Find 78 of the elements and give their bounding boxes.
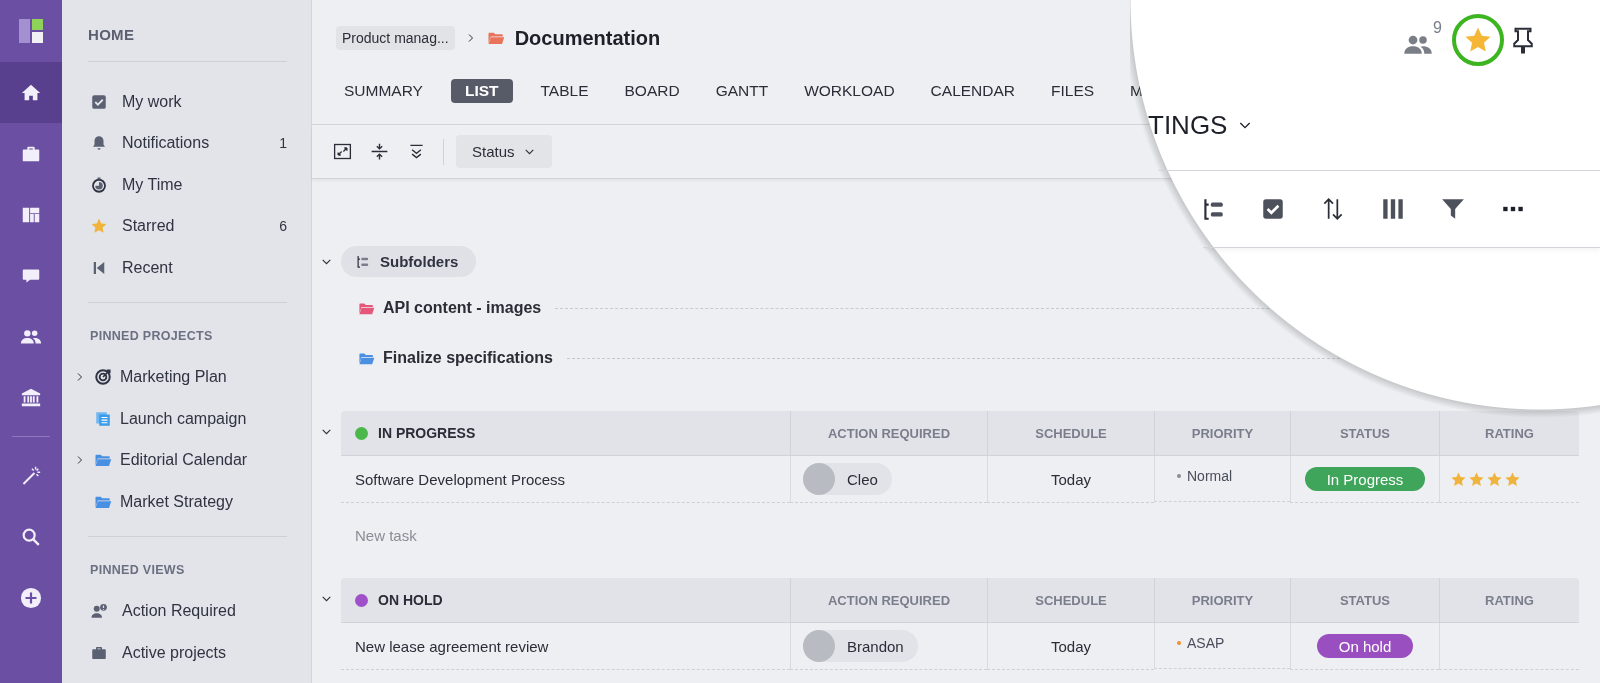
column-header: ACTION REQUIRED <box>790 578 987 623</box>
columns-icon[interactable] <box>1380 196 1406 222</box>
tab[interactable]: LIST <box>450 79 513 103</box>
sidebar-item[interactable]: Recent <box>62 247 287 289</box>
sidebar-item[interactable]: My Time <box>62 164 287 206</box>
column-header: RATING <box>1439 578 1579 623</box>
status-badge: On hold <box>1316 634 1414 658</box>
sidebar-item[interactable]: Editorial Calendar <box>62 439 287 481</box>
count: 6 <box>279 218 287 235</box>
column-header: PRIORITY <box>1154 578 1290 623</box>
column-header: STATUS <box>1290 411 1439 456</box>
count: 1 <box>279 135 287 152</box>
sidebar-item[interactable]: Active projects <box>62 632 287 674</box>
magic-wand-icon <box>20 464 42 487</box>
collapse-icon[interactable] <box>369 141 390 162</box>
priority-label: ASAP <box>1187 634 1225 651</box>
group-title: IN PROGRESS <box>378 425 476 441</box>
page-title: Documentation <box>514 26 661 50</box>
checkbox-icon[interactable] <box>1260 196 1286 222</box>
priority-label: Normal <box>1187 467 1233 484</box>
subtree-icon <box>355 254 370 269</box>
sidebar-item[interactable]: Marketing Plan <box>62 356 287 398</box>
status-badge: In Progress <box>1304 467 1426 491</box>
settings-menu[interactable]: TINGS <box>1148 109 1254 141</box>
avatar <box>803 630 835 662</box>
star-icon <box>1450 470 1467 488</box>
sidebar-item[interactable]: Action Required <box>62 590 287 632</box>
task-name[interactable]: New lease agreement review <box>341 623 790 670</box>
logo-icon <box>18 18 44 44</box>
column-header: SCHEDULE <box>987 411 1154 456</box>
breadcrumb-link[interactable]: Product manag... <box>336 26 455 50</box>
subfolder-link[interactable]: API content - images <box>383 299 542 317</box>
list-icon <box>94 409 112 428</box>
group-title: ON HOLD <box>378 592 443 608</box>
tab[interactable]: BOARD <box>616 79 688 103</box>
checkbox-icon <box>90 92 108 111</box>
sidebar-item[interactable]: Launch campaign <box>62 398 287 440</box>
column-header: SCHEDULE <box>987 578 1154 623</box>
tab[interactable]: FILES <box>1043 79 1103 103</box>
column-header: ACTION REQUIRED <box>790 411 987 456</box>
status-dropdown[interactable]: Status <box>456 135 552 168</box>
tab[interactable]: SUMMARY <box>336 79 431 103</box>
section-title: PINNED PROJECTS <box>89 327 214 345</box>
tab[interactable]: GANTT <box>707 79 777 103</box>
sidebar-item[interactable]: Notifications 1 <box>62 122 287 164</box>
star-icon <box>1486 470 1503 488</box>
bank-icon <box>20 386 42 409</box>
expand-icon[interactable] <box>332 141 353 162</box>
sidebar-item[interactable]: Starred 6 <box>62 205 287 247</box>
add-icon <box>20 586 42 609</box>
column-header: PRIORITY <box>1154 411 1290 456</box>
column-header: RATING <box>1439 411 1579 456</box>
subfolders-toggle[interactable]: Subfolders <box>341 246 477 277</box>
star-icon <box>1504 470 1521 488</box>
table-cell: Today <box>987 623 1154 670</box>
sidebar-item[interactable]: Market Strategy <box>62 481 287 523</box>
star-icon <box>1468 470 1485 488</box>
tab[interactable]: WORKLOAD <box>796 79 903 103</box>
section-title: HOME <box>87 25 136 45</box>
star-icon <box>90 217 108 236</box>
tab[interactable]: TABLE <box>532 79 597 103</box>
table-cell: Today <box>987 456 1154 503</box>
subfolder-link[interactable]: Finalize specifications <box>383 349 553 367</box>
avatar <box>803 463 835 495</box>
column-header: STATUS <box>1290 578 1439 623</box>
star-button[interactable] <box>1452 14 1504 66</box>
members-button[interactable]: 9 <box>1403 20 1442 60</box>
assignee-chip[interactable]: Brandon <box>803 630 918 662</box>
nav-item[interactable] <box>0 62 62 123</box>
stopwatch-icon <box>90 175 108 194</box>
assignee-chip[interactable]: Cleo <box>803 463 892 495</box>
user-alert-icon <box>90 602 108 621</box>
target-icon <box>94 368 112 387</box>
sidebar-item[interactable]: My work <box>62 81 287 123</box>
bell-icon <box>90 134 108 153</box>
task-name[interactable]: Software Development Process <box>341 456 790 503</box>
section-title: PINNED VIEWS <box>89 561 186 579</box>
tab[interactable]: CALENDAR <box>922 79 1023 103</box>
